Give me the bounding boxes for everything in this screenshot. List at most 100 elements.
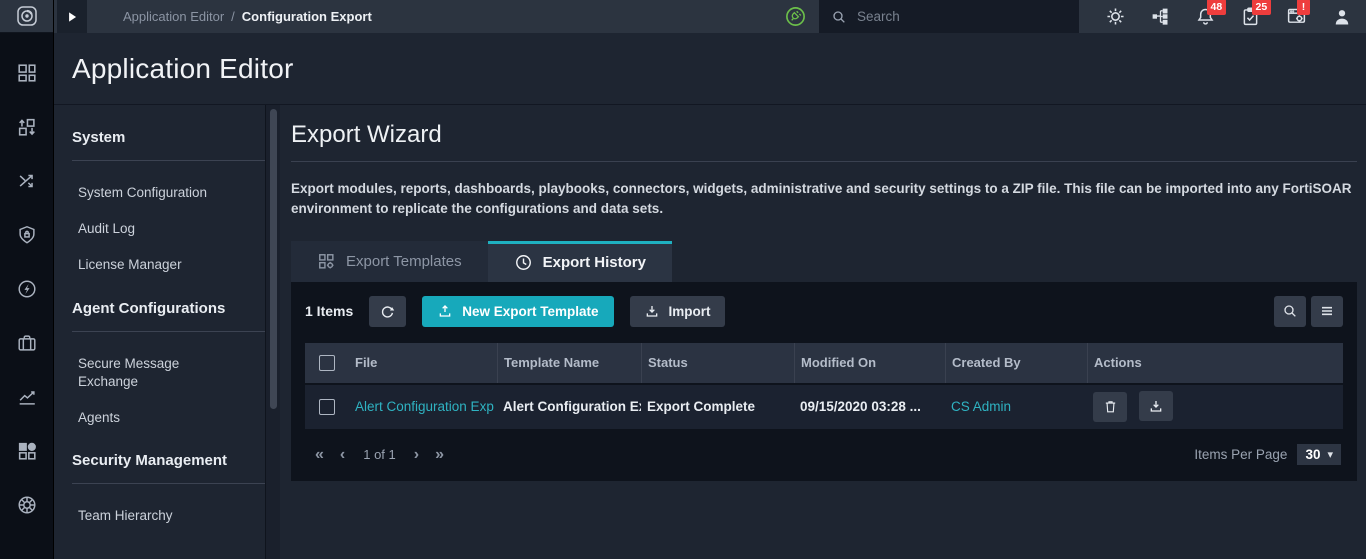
history-clock-icon	[515, 255, 531, 270]
nav-section-agent-configurations: Agent Configurations	[72, 299, 226, 317]
menu-lines-icon	[1322, 306, 1332, 316]
help-wheel-icon[interactable]	[16, 494, 38, 521]
reports-chart-icon[interactable]	[16, 386, 38, 413]
main-content: Export Wizard Export modules, reports, d…	[280, 105, 1366, 559]
table-header-row: File Template Name Status Modified On Cr…	[305, 342, 1343, 383]
org-hierarchy-icon[interactable]	[1150, 6, 1171, 27]
export-tabs: Export Templates Export History	[291, 240, 1357, 282]
nav-item-system-configuration[interactable]: System Configuration	[78, 175, 238, 211]
notifications-bell-icon[interactable]: 48	[1195, 0, 1226, 27]
status-cell: Export Complete	[647, 399, 756, 414]
play-icon	[69, 11, 77, 22]
modified-on-cell: 09/15/2020 03:28 ...	[800, 399, 921, 414]
export-wizard-description: Export modules, reports, dashboards, pla…	[291, 181, 1352, 217]
prev-page-button[interactable]: ‹	[332, 446, 353, 464]
tab-export-templates-label: Export Templates	[346, 252, 462, 270]
page-title-bar: Application Editor	[54, 33, 1366, 105]
export-wizard-heading: Export Wizard	[291, 121, 442, 148]
sidenav-scrollbar-thumb[interactable]	[270, 109, 277, 409]
file-link[interactable]: Alert Configuration Exp	[355, 399, 494, 414]
last-page-button[interactable]: »	[427, 446, 452, 464]
tasks-badge: 25	[1252, 0, 1271, 15]
trash-icon	[1105, 401, 1115, 413]
row-checkbox[interactable]	[319, 398, 335, 415]
fortisoar-logo[interactable]	[0, 0, 53, 33]
global-search	[819, 0, 1079, 33]
connectors-shuffle-icon[interactable]	[16, 170, 38, 197]
templates-grid-icon	[319, 253, 334, 269]
new-export-template-button[interactable]: New Export Template	[422, 295, 614, 327]
upload-icon	[439, 305, 451, 317]
column-header-status: Status	[641, 342, 794, 383]
queue-transfer-icon[interactable]	[16, 116, 38, 143]
export-history-table: File Template Name Status Modified On Cr…	[305, 342, 1343, 429]
next-page-button[interactable]: ›	[406, 446, 427, 464]
tab-export-history[interactable]: Export History	[487, 240, 672, 282]
breadcrumb-parent[interactable]: Application Editor	[123, 9, 224, 24]
widgets-icon[interactable]	[16, 440, 38, 467]
column-header-modified-on: Modified On	[794, 342, 945, 383]
nav-item-license-manager[interactable]: License Manager	[78, 247, 238, 283]
refresh-icon	[382, 305, 395, 318]
user-avatar-icon[interactable]	[1332, 7, 1352, 27]
items-count: 1 Items	[305, 303, 354, 319]
import-button[interactable]: Import	[629, 295, 725, 327]
select-all-checkbox[interactable]	[319, 354, 335, 371]
top-bar: Application Editor / Configuration Expor…	[54, 0, 1366, 33]
nav-item-agents[interactable]: Agents	[78, 400, 238, 436]
search-icon	[833, 10, 845, 23]
column-header-template-name: Template Name	[497, 342, 641, 383]
breadcrumb-current: Configuration Export	[241, 9, 372, 24]
table-search-button[interactable]	[1274, 295, 1306, 327]
breadcrumb: Application Editor / Configuration Expor…	[123, 9, 372, 24]
download-export-button[interactable]	[1139, 391, 1174, 422]
connector-health-icon[interactable]	[784, 5, 807, 28]
items-per-page-value: 30	[1305, 447, 1321, 462]
items-per-page-select[interactable]: 30 ▾	[1297, 444, 1341, 465]
app-window: Application Editor / Configuration Expor…	[0, 0, 1366, 559]
nav-section-security-management: Security Management	[72, 452, 228, 470]
items-per-page-label: Items Per Page	[1194, 447, 1288, 462]
column-header-created-by: Created By	[945, 342, 1087, 383]
download-icon	[646, 306, 657, 317]
export-history-panel: 1 Items New Export Template Import File …	[291, 281, 1357, 481]
created-by-link[interactable]: CS Admin	[951, 399, 1011, 414]
system-alert-badge: !	[1297, 0, 1310, 15]
sidenav-scrollbar-track	[265, 105, 280, 559]
nav-item-team-hierarchy[interactable]: Team Hierarchy	[78, 498, 238, 534]
template-name-cell: Alert Configuration Exp	[503, 399, 641, 414]
security-shield-icon[interactable]	[16, 224, 38, 251]
notifications-badge: 48	[1207, 0, 1226, 15]
page-info: 1 of 1	[363, 447, 396, 462]
settings-sidenav: System System Configuration Audit Log Li…	[54, 105, 265, 559]
fortisoar-logo-icon	[16, 6, 37, 26]
new-export-template-label: New Export Template	[462, 303, 599, 319]
table-row: Alert Configuration Exp Alert Configurat…	[305, 384, 1343, 429]
import-label: Import	[668, 303, 711, 319]
pending-tasks-icon[interactable]: 25	[1240, 0, 1271, 27]
expand-menu-button[interactable]	[57, 0, 87, 33]
refresh-button[interactable]	[369, 295, 407, 327]
nav-item-secure-message-exchange[interactable]: Secure Message Exchange	[78, 346, 238, 400]
dashboard-icon[interactable]	[16, 62, 38, 89]
first-page-button[interactable]: «	[307, 446, 332, 464]
page-title: Application Editor	[72, 52, 294, 84]
heading-divider	[291, 161, 1357, 162]
nav-section-system: System	[72, 129, 126, 146]
actions-cell	[1087, 391, 1343, 422]
delete-button[interactable]	[1093, 391, 1127, 422]
column-header-actions: Actions	[1087, 342, 1343, 383]
briefcase-icon[interactable]	[16, 332, 38, 359]
nav-item-audit-log[interactable]: Audit Log	[78, 211, 238, 247]
search-icon	[1284, 305, 1296, 317]
system-config-window-icon[interactable]: !	[1285, 0, 1310, 27]
search-input[interactable]	[857, 9, 1057, 24]
pagination-bar: « ‹ 1 of 1 › » Items Per Page 30 ▾	[305, 429, 1343, 481]
tab-export-templates[interactable]: Export Templates	[291, 240, 488, 282]
tab-export-history-label: Export History	[542, 254, 646, 271]
icon-rail	[0, 0, 54, 559]
toolbar: 1 Items New Export Template Import	[305, 295, 1343, 327]
automation-bolt-icon[interactable]	[16, 278, 38, 305]
settings-gear-icon[interactable]	[1105, 6, 1126, 27]
column-settings-button[interactable]	[1311, 295, 1343, 327]
